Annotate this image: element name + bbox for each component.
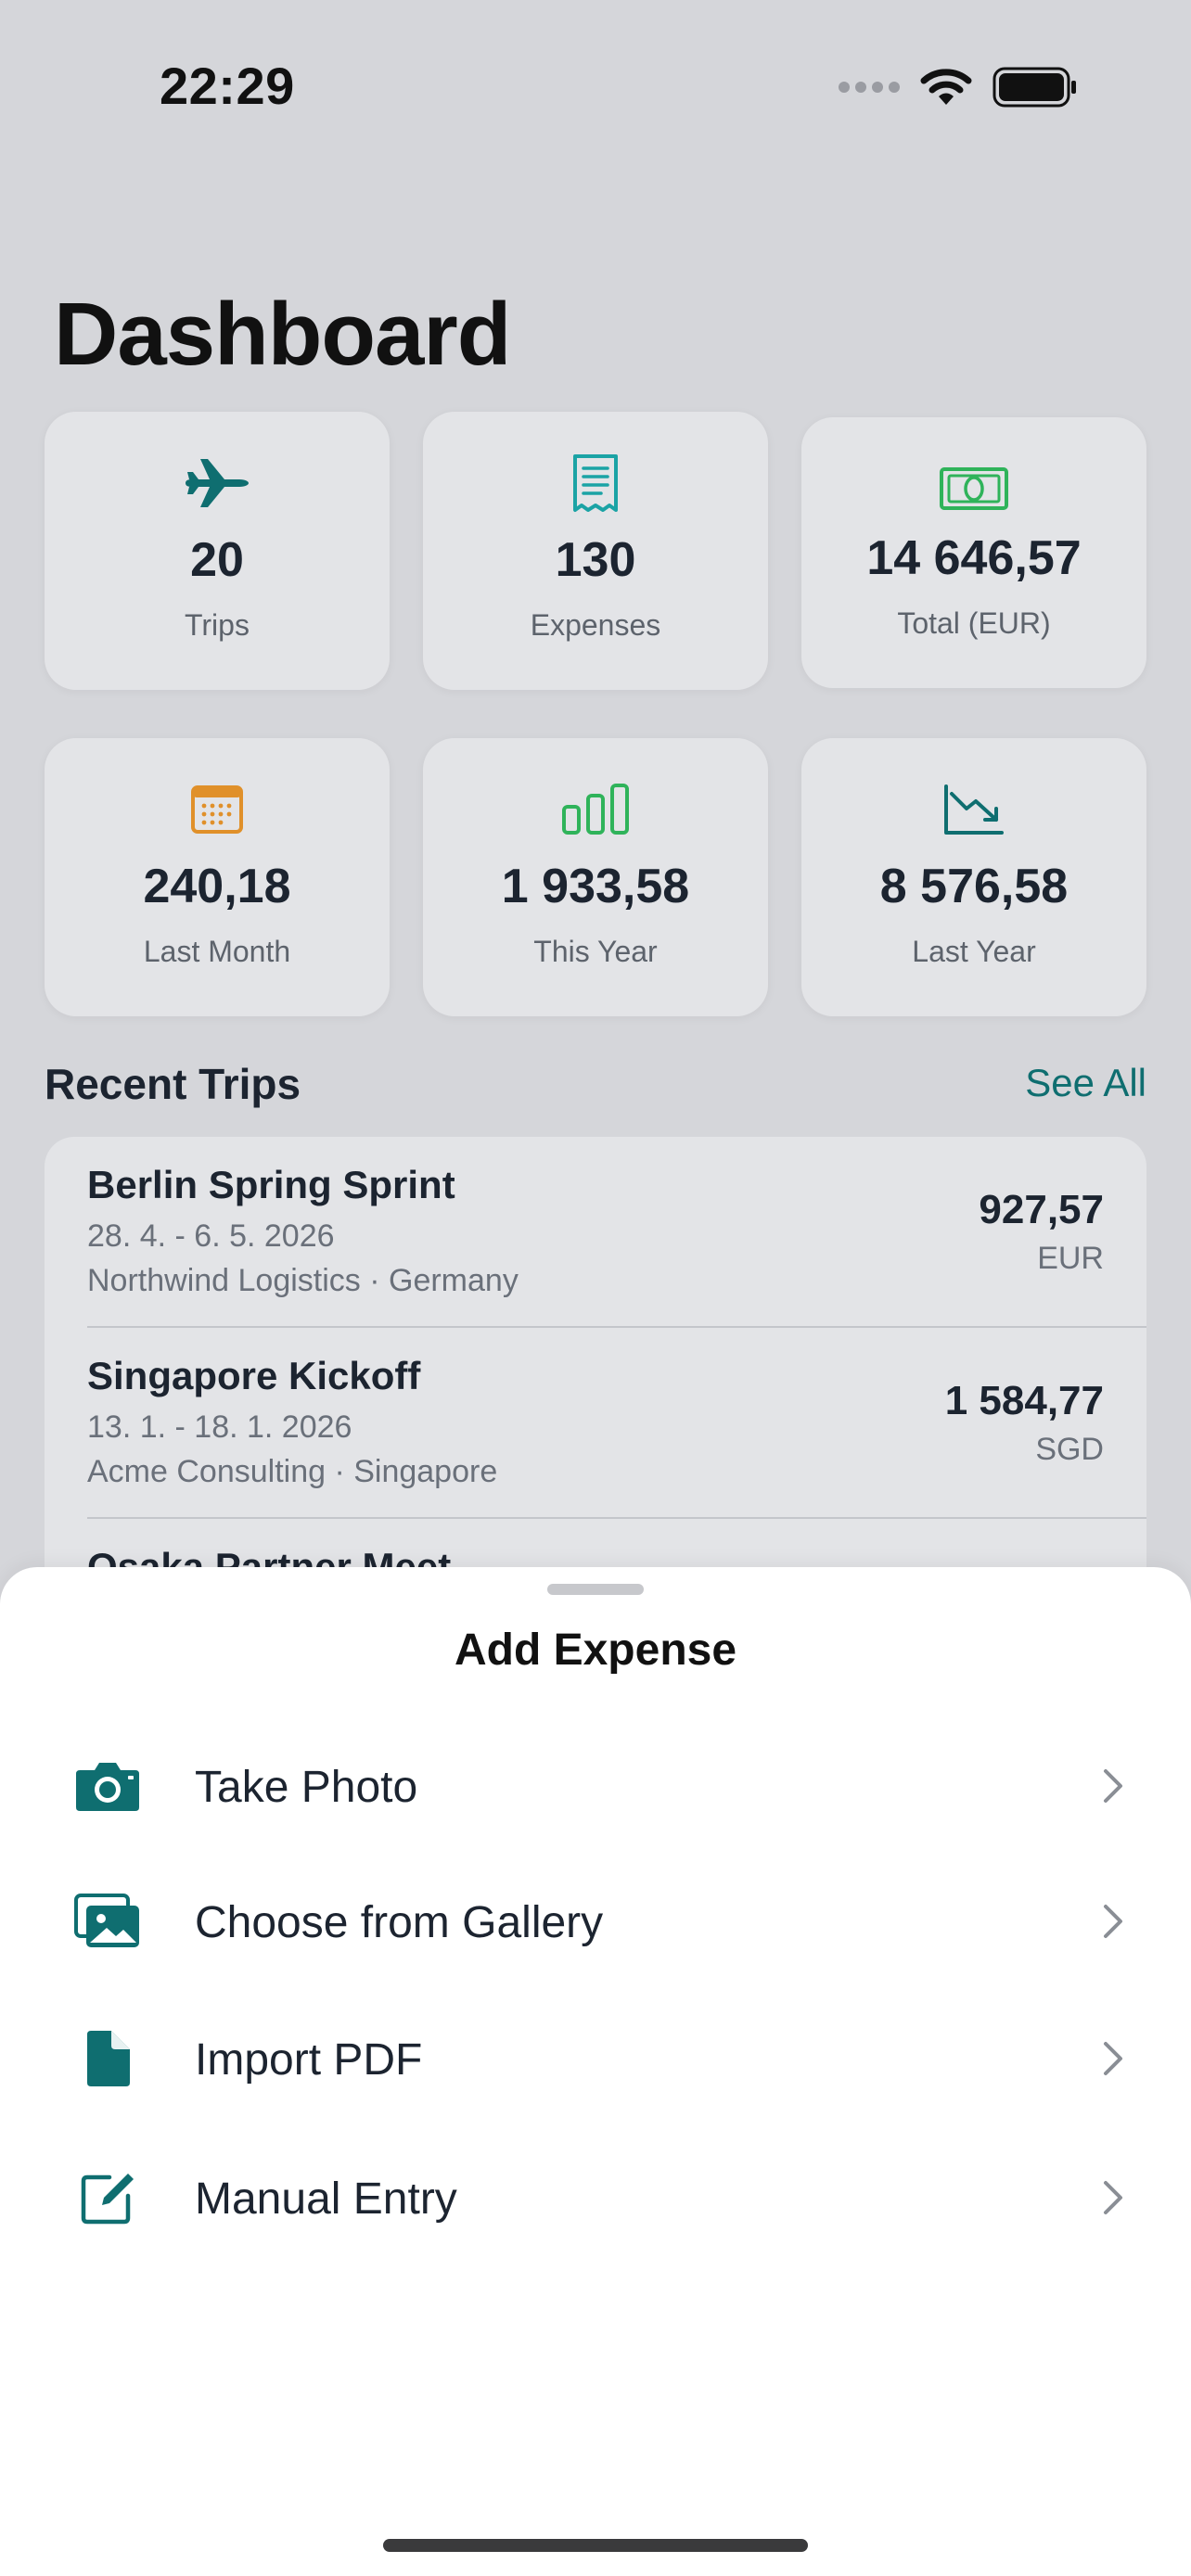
trip-meta: Northwind Logistics · Germany: [87, 1263, 519, 1298]
chevron-right-icon: [1104, 2042, 1122, 2075]
airplane-icon: [45, 453, 390, 514]
stat-card-trips[interactable]: 20 Trips: [45, 412, 390, 690]
chevron-right-icon: [1104, 2181, 1122, 2214]
option-label: Take Photo: [195, 1763, 418, 1812]
receipt-icon: [423, 453, 768, 514]
trip-meta: Acme Consulting · Singapore: [87, 1454, 498, 1489]
stat-card-last-month[interactable]: 240,18 Last Month: [45, 738, 390, 1016]
gallery-icon: [70, 1884, 145, 1958]
trip-dates: 28. 4. - 6. 5. 2026: [87, 1218, 335, 1254]
trip-name: Singapore Kickoff: [87, 1354, 421, 1397]
stat-value: 1 933,58: [501, 860, 690, 913]
stat-label: Expenses: [530, 608, 661, 642]
trip-row[interactable]: Singapore Kickoff 13. 1. - 18. 1. 2026 A…: [45, 1328, 1146, 1519]
banknote-icon: [801, 458, 1146, 519]
camera-icon: [70, 1749, 145, 1823]
option-label: Import PDF: [195, 2035, 423, 2085]
sheet-title: Add Expense: [454, 1626, 737, 1675]
chevron-right-icon: [1104, 1769, 1122, 1803]
battery-icon: [992, 67, 1076, 108]
stat-card-total[interactable]: 14 646,57 Total (EUR): [801, 417, 1146, 688]
stat-label: Last Year: [912, 935, 1036, 968]
manual-entry-option[interactable]: Manual Entry: [0, 2133, 1191, 2263]
status-time: 22:29: [160, 57, 295, 115]
stat-label: Last Month: [143, 935, 291, 968]
stat-label: Trips: [185, 608, 250, 642]
choose-from-gallery-option[interactable]: Choose from Gallery: [0, 1856, 1191, 1986]
trip-name: Berlin Spring Sprint: [87, 1163, 455, 1206]
take-photo-option[interactable]: Take Photo: [0, 1721, 1191, 1851]
cellular-signal-icon: [839, 82, 900, 93]
trip-currency: EUR: [1037, 1241, 1104, 1276]
bar-chart-icon: [423, 779, 768, 840]
document-icon: [70, 2021, 145, 2096]
trip-row[interactable]: Berlin Spring Sprint 28. 4. - 6. 5. 2026…: [45, 1137, 1146, 1328]
status-icons: [839, 65, 1078, 109]
stat-value: 20: [190, 533, 244, 587]
calendar-icon: [45, 779, 390, 840]
stat-value: 240,18: [143, 860, 291, 913]
option-label: Choose from Gallery: [195, 1898, 604, 1947]
stat-label: Total (EUR): [897, 606, 1051, 640]
stat-card-last-year[interactable]: 8 576,58 Last Year: [801, 738, 1146, 1016]
edit-icon: [70, 2161, 145, 2235]
add-expense-sheet: Add Expense Take Photo Choose from Galle…: [0, 1567, 1191, 2576]
see-all-link[interactable]: See All: [1025, 1061, 1146, 1105]
import-pdf-option[interactable]: Import PDF: [0, 1994, 1191, 2123]
stat-value: 130: [555, 533, 636, 587]
trip-amount: 1 584,77: [944, 1378, 1104, 1423]
trend-down-icon: [801, 779, 1146, 840]
option-label: Manual Entry: [195, 2174, 457, 2224]
stat-card-this-year[interactable]: 1 933,58 This Year: [423, 738, 768, 1016]
stat-value: 14 646,57: [866, 531, 1082, 585]
stat-card-expenses[interactable]: 130 Expenses: [423, 412, 768, 690]
recent-trips-title: Recent Trips: [45, 1060, 301, 1108]
stat-value: 8 576,58: [879, 860, 1069, 913]
page-title: Dashboard: [54, 285, 511, 384]
recent-trips-list: Berlin Spring Sprint 28. 4. - 6. 5. 2026…: [45, 1137, 1146, 1619]
chevron-right-icon: [1104, 1905, 1122, 1938]
stat-label: This Year: [533, 935, 658, 968]
trip-dates: 13. 1. - 18. 1. 2026: [87, 1409, 352, 1445]
trip-amount: 927,57: [979, 1187, 1104, 1232]
wifi-icon: [920, 69, 972, 105]
sheet-drag-handle[interactable]: [547, 1584, 644, 1595]
trip-currency: SGD: [1035, 1432, 1104, 1467]
home-indicator[interactable]: [383, 2539, 808, 2552]
